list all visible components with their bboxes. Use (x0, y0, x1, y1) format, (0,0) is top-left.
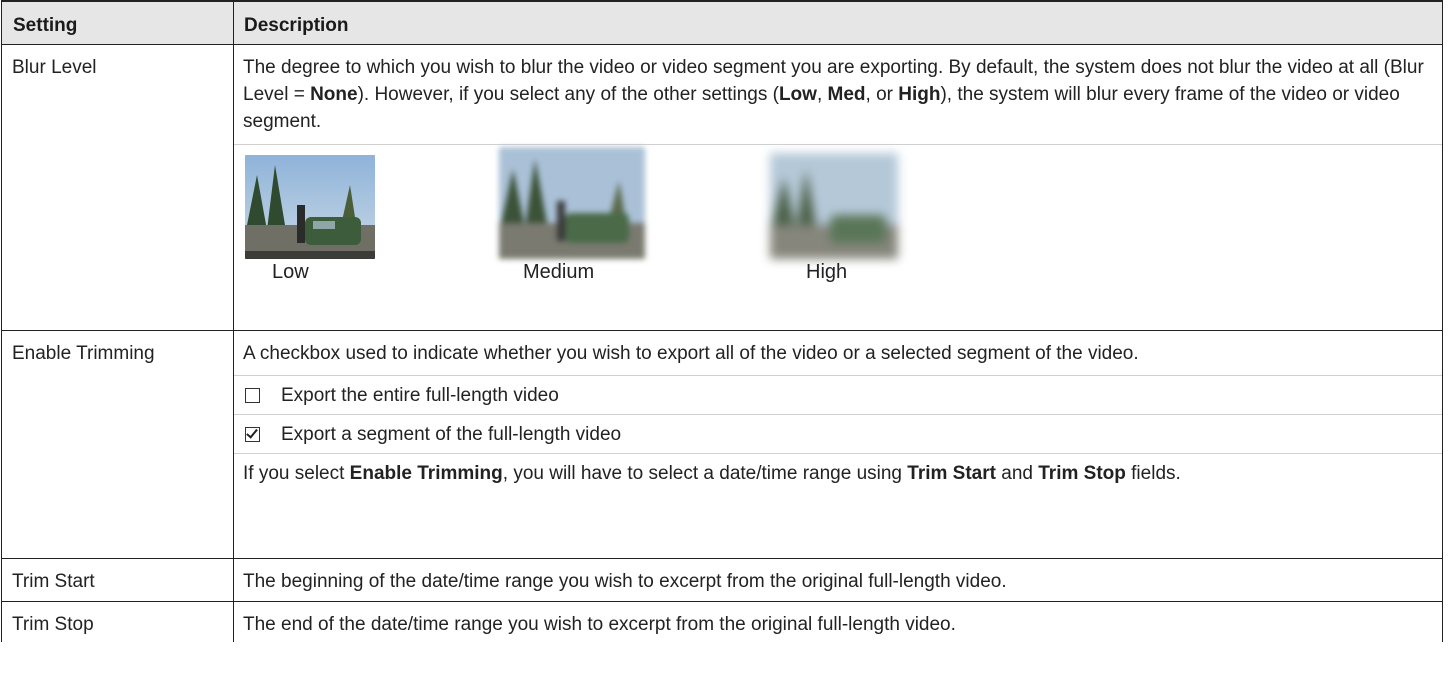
cell-description: A checkbox used to indicate whether you … (233, 330, 1443, 559)
trimming-description: A checkbox used to indicate whether you … (243, 343, 1139, 364)
blur-description: The degree to which you wish to blur the… (243, 57, 1424, 132)
cell-setting: Enable Trimming (1, 330, 234, 559)
checkbox-checked-icon (245, 426, 260, 442)
blur-thumbnails: Low Medium High (234, 145, 1442, 285)
cell-description: The degree to which you wish to blur the… (233, 44, 1443, 331)
header-description: Description (233, 0, 1443, 45)
table-row-trim-stop: Trim Stop The end of the date/time range… (1, 601, 1443, 642)
cell-setting: Trim Start (1, 558, 234, 602)
checkbox-unchecked-icon (245, 387, 260, 403)
cell-description: The beginning of the date/time range you… (233, 558, 1443, 602)
blur-medium-image (499, 147, 645, 259)
caption-low: Low (272, 261, 309, 283)
table-row-trim-start: Trim Start The beginning of the date/tim… (1, 558, 1443, 602)
header-setting: Setting (1, 0, 234, 45)
table-row-enable-trimming: Enable Trimming A checkbox used to indic… (1, 330, 1443, 559)
cell-setting: Trim Stop (1, 601, 234, 642)
settings-table: Setting Description Blur Level The degre… (1, 0, 1443, 642)
blur-low-image (245, 155, 375, 259)
caption-medium: Medium (523, 261, 595, 283)
blur-high-image (770, 153, 898, 259)
trimming-note: If you select Enable Trimming, you will … (243, 463, 1181, 484)
table-row-blur-level: Blur Level The degree to which you wish … (1, 44, 1443, 331)
option-segment-label: Export a segment of the full-length vide… (281, 423, 622, 445)
table-header-row: Setting Description (1, 0, 1443, 45)
option-entire-label: Export the entire full-length video (281, 384, 559, 406)
cell-setting: Blur Level (1, 44, 234, 331)
option-entire-video: Export the entire full-length video (234, 376, 1442, 414)
cell-description: The end of the date/time range you wish … (233, 601, 1443, 642)
caption-high: High (806, 261, 848, 283)
option-segment-video: Export a segment of the full-length vide… (234, 415, 1442, 453)
